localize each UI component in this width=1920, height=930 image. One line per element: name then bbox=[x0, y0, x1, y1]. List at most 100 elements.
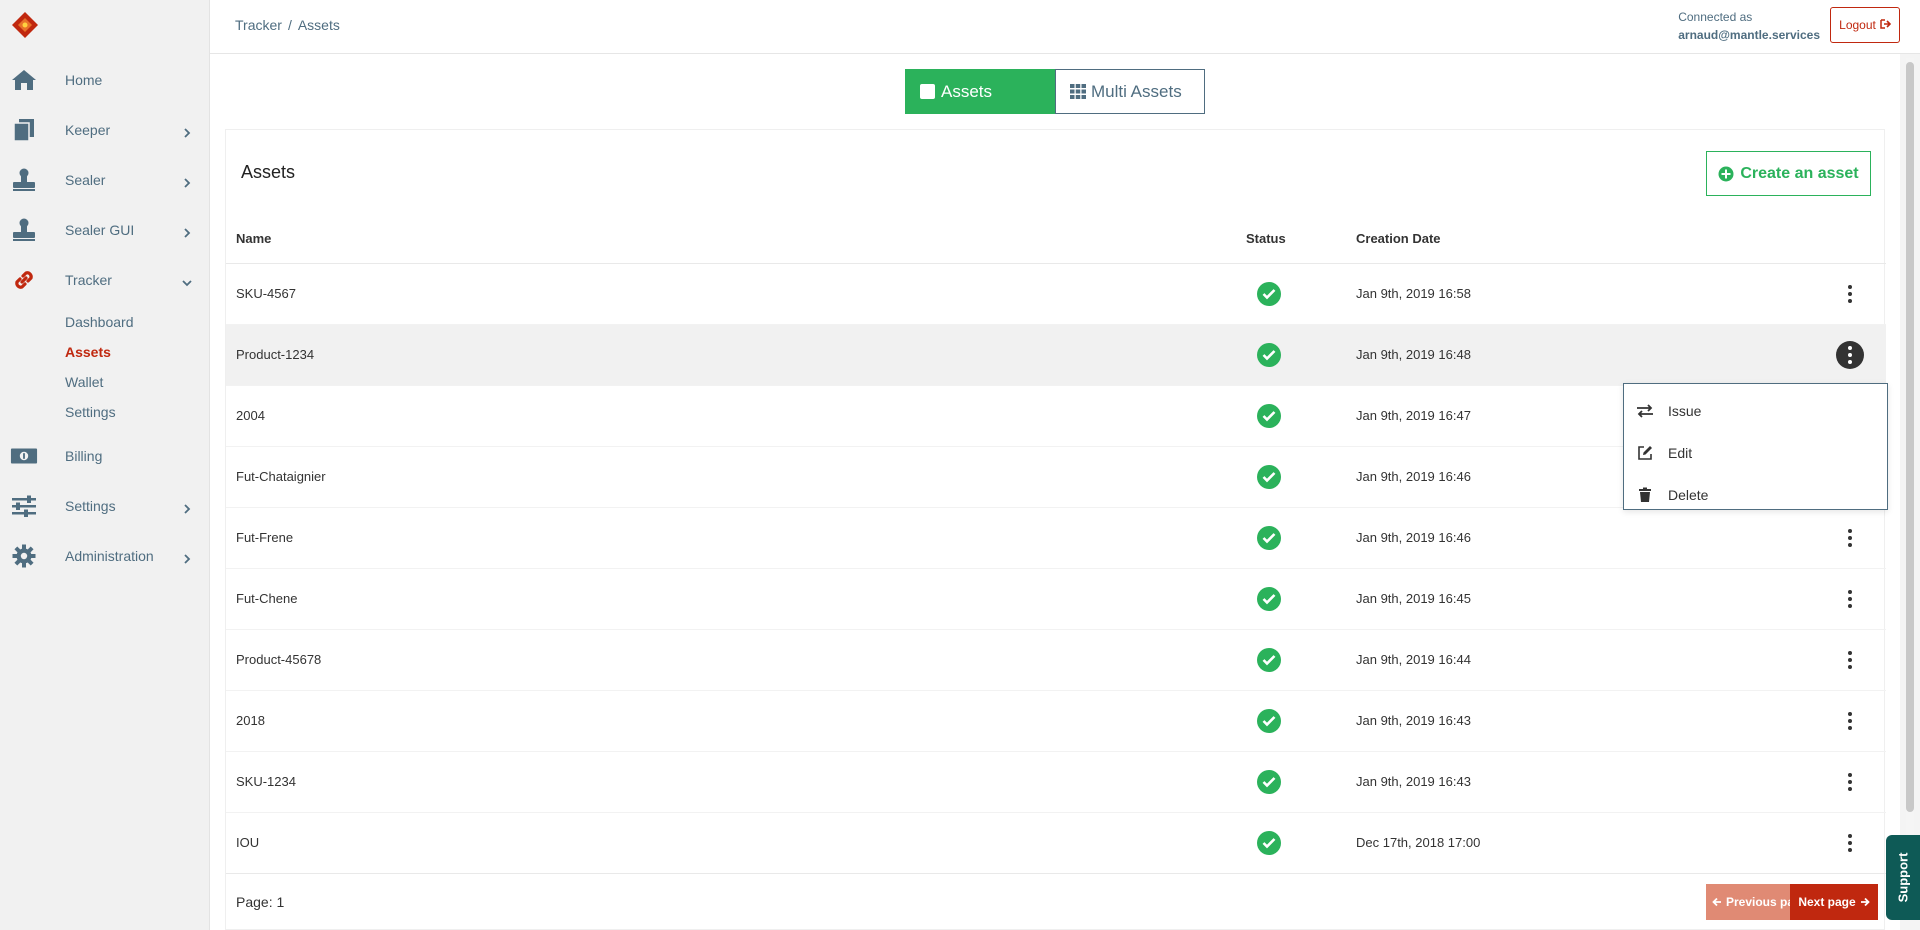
menu-item-label: Edit bbox=[1668, 445, 1693, 461]
stamp-icon bbox=[10, 166, 38, 194]
sidebar-item-billing[interactable]: Billing bbox=[0, 431, 210, 481]
square-icon bbox=[920, 84, 935, 99]
logout-button[interactable]: Logout bbox=[1830, 7, 1900, 43]
sidebar-item-label: Tracker bbox=[65, 272, 112, 288]
chevron-right-icon bbox=[182, 551, 192, 564]
chevron-right-icon bbox=[182, 225, 192, 238]
actions-cell bbox=[1826, 568, 1886, 630]
panel-title: Assets bbox=[241, 162, 296, 182]
breadcrumb-tracker[interactable]: Tracker bbox=[235, 17, 282, 33]
check-circle-icon bbox=[1257, 769, 1281, 794]
column-header-status[interactable]: Status bbox=[1236, 215, 1346, 264]
table-row[interactable]: Fut-Frene Jan 9th, 2019 16:46 bbox=[226, 507, 1886, 569]
status-cell bbox=[1236, 324, 1346, 386]
sidebar-item-sealer-gui[interactable]: Sealer GUI bbox=[0, 205, 210, 255]
sidebar-item-label: Sealer GUI bbox=[65, 222, 135, 238]
asset-name: Fut-Frene bbox=[226, 507, 1236, 569]
tracker-subnav: Dashboard Assets Wallet Settings bbox=[0, 305, 210, 431]
arrow-right-icon bbox=[1860, 897, 1870, 907]
more-options-icon[interactable] bbox=[1836, 524, 1864, 552]
edit-icon bbox=[1636, 444, 1654, 462]
subnav-item-assets[interactable]: Assets bbox=[65, 337, 210, 367]
menu-item-edit[interactable]: Edit bbox=[1624, 432, 1887, 474]
asset-name: 2018 bbox=[226, 690, 1236, 752]
creation-date: Dec 17th, 2018 17:00 bbox=[1346, 812, 1826, 874]
subnav-item-settings[interactable]: Settings bbox=[65, 397, 210, 427]
more-options-icon[interactable] bbox=[1836, 340, 1864, 369]
status-cell bbox=[1236, 385, 1346, 447]
asset-name: Fut-Chataignier bbox=[226, 446, 1236, 508]
sidebar-item-label: Administration bbox=[65, 548, 154, 564]
actions-cell bbox=[1826, 263, 1886, 325]
sidebar-item-keeper[interactable]: Keeper bbox=[0, 105, 210, 155]
plus-circle-icon bbox=[1718, 166, 1734, 182]
link-icon bbox=[10, 266, 38, 294]
sidebar-item-settings[interactable]: Settings bbox=[0, 481, 210, 531]
column-header-actions bbox=[1826, 215, 1886, 264]
subnav-item-wallet[interactable]: Wallet bbox=[65, 367, 210, 397]
breadcrumb: Tracker / Assets bbox=[235, 17, 340, 33]
creation-date: Jan 9th, 2019 16:43 bbox=[1346, 690, 1826, 752]
menu-item-issue[interactable]: Issue bbox=[1624, 390, 1887, 432]
table-row[interactable]: 2018 Jan 9th, 2019 16:43 bbox=[226, 690, 1886, 752]
more-options-icon[interactable] bbox=[1836, 829, 1864, 857]
assets-table: Name Status Creation Date SKU-4567 Jan 9t… bbox=[226, 215, 1886, 874]
check-circle-icon bbox=[1257, 403, 1281, 428]
sidebar-item-label: Home bbox=[65, 72, 103, 88]
check-circle-icon bbox=[1257, 525, 1281, 550]
more-options-icon[interactable] bbox=[1836, 646, 1864, 674]
sidebar-item-administration[interactable]: Administration bbox=[0, 531, 210, 581]
page-scrollbar[interactable] bbox=[1906, 58, 1914, 920]
logout-label: Logout bbox=[1839, 18, 1876, 32]
table-row[interactable]: Product-1234 Jan 9th, 2019 16:48 bbox=[226, 324, 1886, 386]
next-page-button[interactable]: Next page bbox=[1790, 884, 1878, 920]
sidebar-item-tracker[interactable]: Tracker bbox=[0, 255, 210, 305]
sign-out-icon bbox=[1880, 18, 1891, 32]
sidebar-item-sealer[interactable]: Sealer bbox=[0, 155, 210, 205]
more-options-icon[interactable] bbox=[1836, 768, 1864, 796]
check-circle-icon bbox=[1257, 586, 1281, 611]
app-logo-icon[interactable] bbox=[12, 12, 38, 38]
actions-cell bbox=[1826, 629, 1886, 691]
support-tab[interactable]: Support bbox=[1886, 835, 1920, 920]
next-page-label: Next page bbox=[1798, 895, 1856, 909]
table-body: SKU-4567 Jan 9th, 2019 16:58 Product-1234 J… bbox=[226, 263, 1886, 874]
menu-item-label: Delete bbox=[1668, 487, 1709, 503]
column-header-creation-date[interactable]: Creation Date bbox=[1346, 215, 1826, 264]
top-bar: Tracker / Assets Connected as arnaud@mantl… bbox=[210, 0, 1920, 54]
more-options-icon[interactable] bbox=[1836, 707, 1864, 735]
status-cell bbox=[1236, 751, 1346, 813]
table-row[interactable]: SKU-1234 Jan 9th, 2019 16:43 bbox=[226, 751, 1886, 813]
pagination-footer: Page: 1 Previous page Next page bbox=[226, 873, 1886, 929]
creation-date: Jan 9th, 2019 16:58 bbox=[1346, 263, 1826, 325]
sidebar-item-label: Billing bbox=[65, 448, 103, 464]
sidebar-item-label: Sealer bbox=[65, 172, 106, 188]
check-circle-icon bbox=[1257, 647, 1281, 672]
connected-user: arnaud@mantle.services bbox=[1678, 28, 1820, 42]
arrow-left-icon bbox=[1712, 897, 1722, 907]
more-options-icon[interactable] bbox=[1836, 585, 1864, 613]
sidebar-item-home[interactable]: Home bbox=[0, 55, 210, 105]
create-asset-label: Create an asset bbox=[1740, 164, 1859, 182]
multi-assets-toggle-button[interactable]: Multi Assets bbox=[1055, 69, 1205, 114]
column-header-name[interactable]: Name bbox=[226, 215, 1236, 264]
scrollbar-thumb[interactable] bbox=[1906, 62, 1914, 812]
subnav-item-dashboard[interactable]: Dashboard bbox=[65, 307, 210, 337]
assets-toggle-button[interactable]: Assets bbox=[905, 69, 1055, 114]
support-label: Support bbox=[1895, 852, 1911, 903]
check-circle-icon bbox=[1257, 708, 1281, 733]
check-circle-icon bbox=[1257, 464, 1281, 489]
create-asset-button[interactable]: Create an asset bbox=[1706, 151, 1871, 196]
actions-cell bbox=[1826, 324, 1886, 386]
exchange-icon bbox=[1636, 402, 1654, 420]
creation-date: Jan 9th, 2019 16:46 bbox=[1346, 507, 1826, 569]
table-row[interactable]: Product-45678 Jan 9th, 2019 16:44 bbox=[226, 629, 1886, 691]
table-row[interactable]: SKU-4567 Jan 9th, 2019 16:58 bbox=[226, 263, 1886, 325]
asset-name: IOU bbox=[226, 812, 1236, 874]
table-row[interactable]: IOU Dec 17th, 2018 17:00 bbox=[226, 812, 1886, 874]
menu-item-delete[interactable]: Delete bbox=[1624, 474, 1887, 516]
status-cell bbox=[1236, 629, 1346, 691]
more-options-icon[interactable] bbox=[1836, 280, 1864, 308]
table-row[interactable]: Fut-Chene Jan 9th, 2019 16:45 bbox=[226, 568, 1886, 630]
creation-date: Jan 9th, 2019 16:44 bbox=[1346, 629, 1826, 691]
